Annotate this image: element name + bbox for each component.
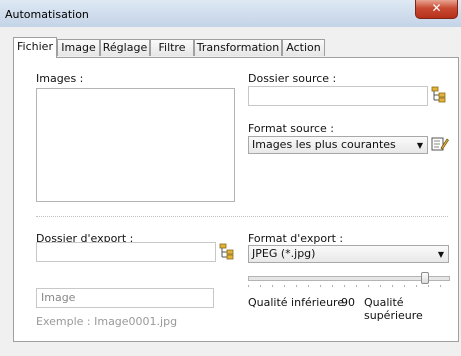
slider-ticks [248,285,448,287]
tab-filtre[interactable]: Filtre [150,39,194,56]
folder-tree-icon[interactable] [219,243,235,264]
tab-image[interactable]: Image [57,39,100,56]
tab-fichier[interactable]: Fichier [13,37,57,58]
tab-reglage[interactable]: Réglage [100,39,150,56]
source-folder-label: Dossier source : [248,72,337,85]
chevron-down-icon: ▼ [416,141,423,150]
export-format-value: JPEG (*.jpg) [252,247,316,260]
source-format-value: Images les plus courantes [252,138,396,151]
tab-transformation[interactable]: Transformation [194,39,282,56]
quality-value: 90 [341,296,355,309]
window-title: Automatisation [5,8,89,21]
source-format-label: Format source : [248,122,334,135]
export-format-select[interactable]: JPEG (*.jpg) ▼ [248,245,449,263]
close-button[interactable]: ✕ [415,0,458,19]
slider-thumb[interactable] [420,272,429,284]
quality-high-label: Qualité supérieure [364,296,423,322]
quality-low-label: Qualité inférieure [248,296,345,309]
export-format-label: Format d'export : [248,232,344,245]
example-text: Exemple : Image0001.jpg [36,315,178,328]
section-divider [36,216,448,218]
images-list[interactable] [36,88,235,202]
quality-slider[interactable] [248,272,450,290]
chevron-down-icon: ▼ [437,250,444,259]
folder-tree-icon[interactable] [431,86,447,107]
slider-track [248,276,450,281]
name-pattern-value: Image [41,291,76,304]
tab-action[interactable]: Action [282,39,325,56]
close-icon: ✕ [431,1,442,15]
name-pattern-input[interactable]: Image [36,288,214,308]
title-bar: Automatisation ✕ [0,0,461,28]
export-folder-input[interactable] [36,242,216,262]
images-label: Images : [36,72,84,85]
source-format-select[interactable]: Images les plus courantes ▼ [248,136,428,154]
edit-list-icon[interactable] [431,136,449,155]
tab-panel-fichier: Images : Dossier source : Format source … [13,57,459,342]
source-folder-input[interactable] [248,86,428,106]
